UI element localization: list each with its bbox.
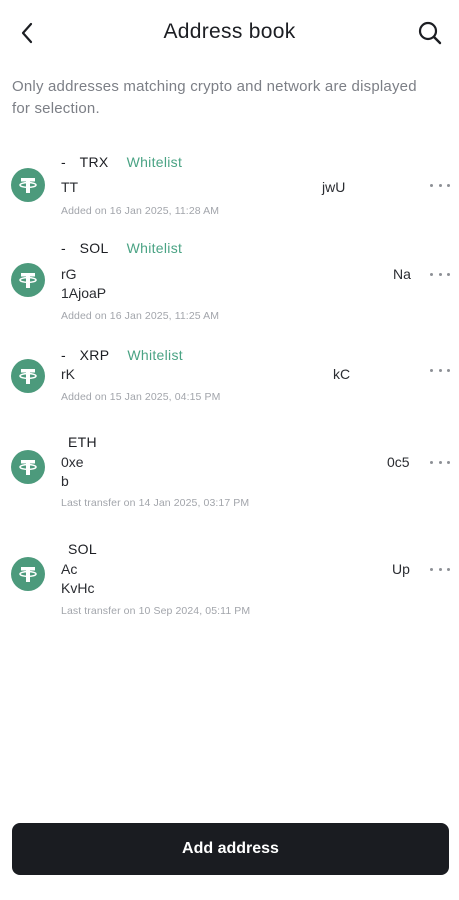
network-label: XRP — [79, 347, 110, 363]
header: Address book — [0, 0, 459, 66]
address-line-2: KvHc — [61, 580, 95, 596]
more-options-button[interactable] — [430, 455, 450, 469]
address-end: Up — [392, 561, 410, 577]
notice-text: Only addresses matching crypto and netwo… — [12, 78, 417, 117]
address-list: - TRX Whitelist TT jwU Added on 16 Jan 2… — [0, 146, 459, 633]
network-label: SOL — [79, 240, 109, 256]
entry-tags: - SOL Whitelist — [61, 238, 182, 258]
more-options-button[interactable] — [430, 562, 450, 576]
more-options-button[interactable] — [430, 363, 450, 377]
list-item[interactable]: - SOL Whitelist rG 1AjoaP Na Added on 16… — [0, 232, 459, 339]
address-start: rG — [61, 266, 77, 282]
tether-usdt-icon — [11, 263, 45, 297]
list-item[interactable]: ETH 0xe b 0c5 Last transfer on 14 Jan 20… — [0, 426, 459, 533]
network-label: SOL — [68, 541, 97, 557]
tether-usdt-icon — [11, 359, 45, 393]
entry-prefix: - — [61, 154, 66, 170]
entry-timestamp: Added on 15 Jan 2025, 04:15 PM — [61, 391, 221, 403]
tether-usdt-icon — [11, 450, 45, 484]
more-options-button[interactable] — [430, 267, 450, 281]
address-book-screen: Address book Only addresses matching cry… — [0, 0, 459, 900]
entry-timestamp: Added on 16 Jan 2025, 11:25 AM — [61, 310, 220, 322]
address-end: 0c5 — [387, 454, 410, 470]
page-title: Address book — [163, 20, 296, 43]
address-end: jwU — [322, 179, 346, 195]
address-start: 0xe — [61, 454, 84, 470]
entry-timestamp: Added on 16 Jan 2025, 11:28 AM — [61, 205, 220, 217]
address-line-2: b — [61, 473, 69, 489]
tether-usdt-icon — [11, 557, 45, 591]
network-label: TRX — [79, 154, 109, 170]
search-button[interactable] — [413, 16, 447, 50]
entry-prefix: - — [61, 240, 66, 256]
whitelist-badge: Whitelist — [126, 154, 183, 170]
list-item[interactable]: SOL Ac KvHc Up Last transfer on 10 Sep 2… — [0, 533, 459, 633]
add-address-button[interactable]: Add address — [12, 823, 449, 875]
whitelist-badge: Whitelist — [127, 347, 183, 363]
address-start: TT — [61, 179, 79, 195]
network-label: ETH — [68, 434, 97, 450]
search-icon — [418, 21, 442, 45]
list-item[interactable]: - TRX Whitelist TT jwU Added on 16 Jan 2… — [0, 146, 459, 232]
tether-usdt-icon — [11, 168, 45, 202]
entry-tags: - XRP Whitelist — [61, 345, 183, 365]
entry-timestamp: Last transfer on 14 Jan 2025, 03:17 PM — [61, 497, 250, 509]
list-item[interactable]: - XRP Whitelist rK kC Added on 15 Jan 20… — [0, 339, 459, 426]
entry-tags: ETH — [61, 432, 115, 452]
address-start: rK — [61, 366, 75, 382]
entry-tags: - TRX Whitelist — [61, 152, 182, 172]
address-end: kC — [333, 366, 351, 382]
entry-prefix: - — [61, 347, 66, 363]
whitelist-badge: Whitelist — [126, 240, 183, 256]
address-end: Na — [393, 266, 411, 282]
entry-timestamp: Last transfer on 10 Sep 2024, 05:11 PM — [61, 605, 251, 617]
address-line-2: 1AjoaP — [61, 285, 107, 301]
address-start: Ac — [61, 561, 78, 577]
more-options-button[interactable] — [430, 178, 450, 192]
entry-tags: SOL — [61, 539, 115, 559]
